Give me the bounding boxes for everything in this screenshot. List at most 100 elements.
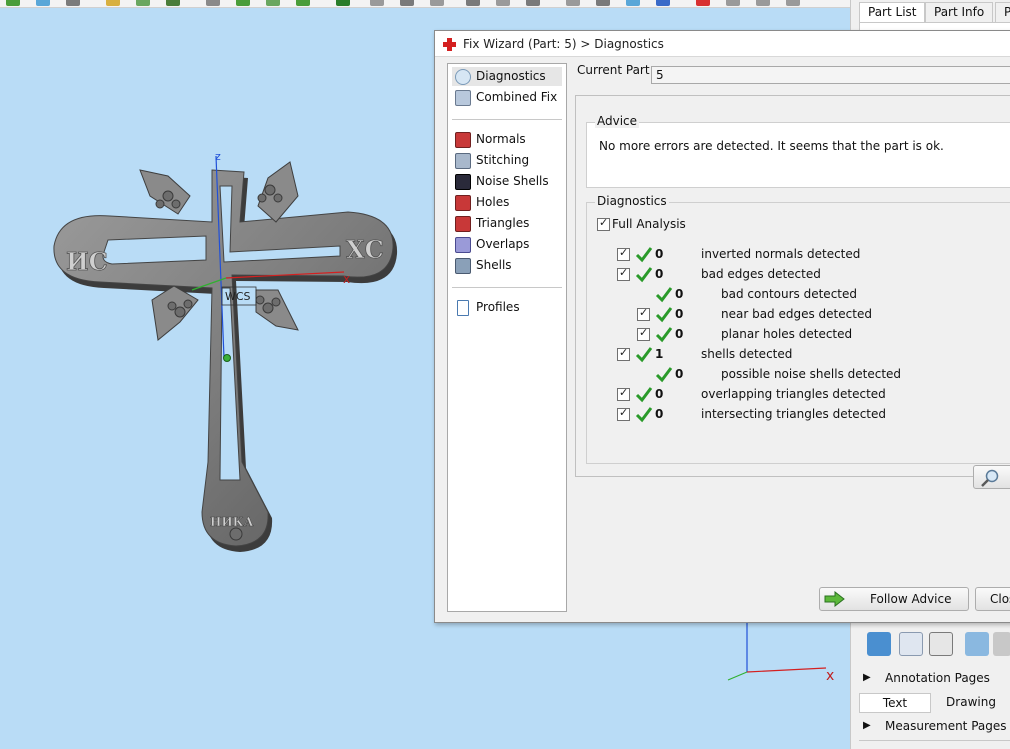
diagnostics-title: Diagnostics — [595, 194, 669, 208]
nav-label: Overlaps — [476, 237, 530, 251]
toolbar-icon[interactable] — [296, 0, 310, 6]
annotation-pages-label: Annotation Pages — [885, 671, 990, 685]
checkbox-icon[interactable] — [929, 632, 953, 656]
toolbar-icon[interactable] — [166, 0, 180, 6]
toolbar-icon[interactable] — [370, 0, 384, 6]
dock-bottom-tabs — [859, 740, 1010, 749]
cube-icon[interactable] — [867, 632, 891, 656]
toolbar-icon[interactable] — [206, 0, 220, 6]
toolbar-icon[interactable] — [266, 0, 280, 6]
toolbar-icon[interactable] — [6, 0, 20, 6]
eye-icon[interactable] — [899, 632, 923, 656]
nav-label: Normals — [476, 132, 526, 146]
toolbar-icon[interactable] — [336, 0, 350, 6]
fix-wizard-dialog: Fix Wizard (Part: 5) > Diagnostics Diagn… — [434, 30, 1010, 623]
measurement-pages-label: Measurement Pages — [885, 719, 1007, 733]
toolbar-icon[interactable] — [236, 0, 250, 6]
nav-label: Combined Fix — [476, 90, 558, 104]
triangles-icon — [455, 216, 471, 232]
tab-part-info[interactable]: Part Info — [925, 2, 994, 22]
tab-drawing[interactable]: Drawing — [935, 693, 1007, 713]
nav-combined-fix[interactable]: Combined Fix — [452, 88, 562, 107]
toolbar-icon[interactable] — [136, 0, 150, 6]
row-checkbox[interactable] — [617, 346, 630, 361]
nav-noise-shells[interactable]: Noise Shells — [452, 172, 562, 191]
row-count: 1 — [655, 347, 664, 361]
overlaps-icon — [455, 237, 471, 253]
toolbar-icon[interactable] — [756, 0, 770, 6]
green-check-icon — [635, 347, 653, 363]
row-checkbox[interactable] — [637, 326, 650, 341]
row-checkbox[interactable] — [617, 246, 630, 261]
dialog-title-bar[interactable]: Fix Wizard (Part: 5) > Diagnostics — [435, 31, 1010, 57]
toolbar-icon[interactable] — [786, 0, 800, 6]
row-checkbox[interactable] — [637, 306, 650, 321]
row-checkbox[interactable] — [617, 386, 630, 401]
close-button[interactable]: Clos — [975, 587, 1010, 611]
diagnostics-group: Diagnostics Full Analysis 0 inverted nor… — [586, 194, 1010, 464]
toolbar-icon[interactable] — [526, 0, 540, 6]
nav-label: Profiles — [476, 300, 520, 314]
nav-triangles[interactable]: Triangles — [452, 214, 562, 233]
toolbar-icon[interactable] — [566, 0, 580, 6]
row-label: overlapping triangles detected — [701, 387, 886, 401]
stitching-icon — [455, 153, 471, 169]
green-check-icon — [635, 387, 653, 403]
toolbar-icon[interactable] — [726, 0, 740, 6]
annotation-pages-header[interactable]: ▶ Annotation Pages — [859, 668, 1010, 688]
toolbar-icon[interactable] — [596, 0, 610, 6]
green-check-icon — [635, 267, 653, 283]
tab-pa[interactable]: Pa — [995, 2, 1010, 22]
magnifier-icon — [455, 69, 471, 85]
close-label: Clos — [990, 592, 1010, 606]
toolbar-icon[interactable] — [656, 0, 670, 6]
measurement-pages-header[interactable]: ▶ Measurement Pages — [859, 716, 1010, 736]
nav-diagnostics[interactable]: Diagnostics — [452, 67, 562, 86]
shells-icon — [455, 258, 471, 274]
nav-label: Noise Shells — [476, 174, 549, 188]
nav-label: Diagnostics — [476, 69, 546, 83]
normals-icon — [455, 132, 471, 148]
toolbar-icon[interactable] — [626, 0, 640, 6]
nav-shells[interactable]: Shells — [452, 256, 562, 275]
green-check-icon — [655, 307, 673, 323]
row-checkbox[interactable] — [617, 406, 630, 421]
full-analysis-checkbox[interactable] — [597, 216, 610, 231]
toolbar-icon[interactable] — [400, 0, 414, 6]
engraving-bottom: НИКА — [210, 515, 254, 529]
toolbar-icon[interactable] — [466, 0, 480, 6]
current-part-label: Current Part: — [577, 63, 654, 77]
nav-normals[interactable]: Normals — [452, 130, 562, 149]
tab-text[interactable]: Text — [859, 693, 931, 713]
main-toolbar — [0, 0, 850, 8]
nav-overlaps[interactable]: Overlaps — [452, 235, 562, 254]
nav-separator — [452, 119, 562, 120]
current-part-field[interactable]: 5 — [651, 66, 1010, 84]
wcs-label: WCS — [225, 290, 251, 303]
toolbar-icon[interactable] — [66, 0, 80, 6]
nav-label: Stitching — [476, 153, 530, 167]
toolbar-icon[interactable] — [696, 0, 710, 6]
follow-advice-button[interactable]: Follow Advice — [819, 587, 969, 611]
nav-stitching[interactable]: Stitching — [452, 151, 562, 170]
green-check-icon — [655, 367, 673, 383]
row-checkbox[interactable] — [617, 266, 630, 281]
search-button[interactable] — [973, 465, 1010, 489]
origin-marker — [223, 354, 231, 362]
tab-part-list[interactable]: Part List — [859, 2, 926, 22]
row-count: 0 — [675, 367, 684, 381]
toolbar-icon[interactable] — [106, 0, 120, 6]
triad-x-label: x — [826, 668, 834, 684]
toolbar-icon[interactable] — [496, 0, 510, 6]
nav-profiles[interactable]: Profiles — [452, 298, 562, 317]
toolbar-icon[interactable] — [430, 0, 444, 6]
nav-holes[interactable]: Holes — [452, 193, 562, 212]
row-label: intersecting triangles detected — [701, 407, 886, 421]
toolbar-icon[interactable] — [36, 0, 50, 6]
cube-icon[interactable] — [993, 632, 1010, 656]
cube-icon[interactable] — [965, 632, 989, 656]
document-icon — [457, 300, 469, 316]
magnifier-icon — [981, 469, 999, 487]
advice-text: No more errors are detected. It seems th… — [599, 139, 944, 153]
green-check-icon — [655, 327, 673, 343]
